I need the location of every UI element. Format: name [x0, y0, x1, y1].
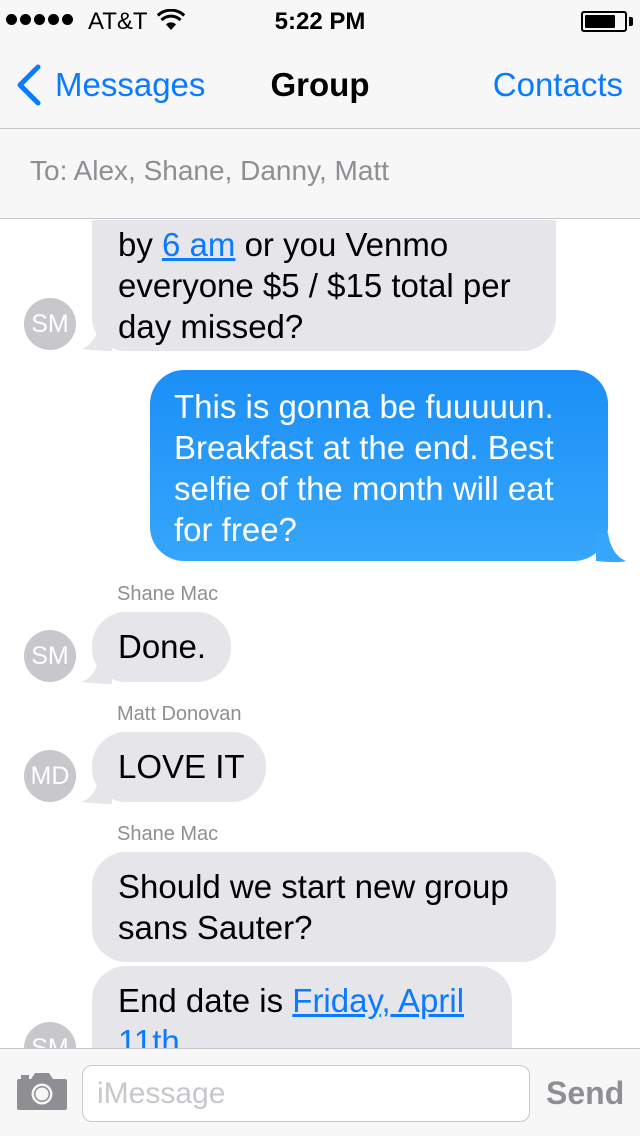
- sender-name: Matt Donovan: [117, 703, 242, 725]
- battery-icon: [581, 11, 627, 32]
- message-composer: Send: [0, 1048, 640, 1136]
- message-bubble-incoming[interactable]: End date is Friday, April 11th: [92, 966, 512, 1048]
- message-line: by 6 am or you Venmo: [118, 226, 449, 263]
- bubble-tail: [82, 654, 112, 684]
- bubble-tail: [596, 533, 626, 563]
- message-line: day missed?: [118, 308, 304, 345]
- message-line: End date is Friday, April: [118, 982, 465, 1019]
- message-line: selfie of the month will eat: [174, 470, 554, 507]
- message-line: 11th: [118, 1021, 486, 1048]
- message-bubble-incoming[interactable]: Should we start new group sans Sauter?: [92, 852, 556, 962]
- navigation-bar: Messages Group Contacts: [0, 40, 640, 129]
- sender-name: Shane Mac: [117, 823, 219, 845]
- battery-nub: [629, 17, 633, 26]
- avatar[interactable]: SM: [24, 630, 76, 682]
- bubble-tail: [82, 774, 112, 804]
- message-line: This is gonna be fuuuuun.: [174, 388, 554, 425]
- date-link[interactable]: Friday, April: [292, 982, 464, 1019]
- message-line: LOVE IT: [118, 748, 245, 785]
- time-link[interactable]: 6 am: [162, 226, 235, 263]
- message-list[interactable]: by 6 am or you Venmo everyone $5 / $15 t…: [0, 220, 640, 1048]
- recipients-bar[interactable]: To: Alex, Shane, Danny, Matt: [0, 129, 640, 219]
- bubble-tail: [82, 321, 112, 351]
- battery-level: [585, 15, 616, 28]
- message-bubble-outgoing[interactable]: This is gonna be fuuuuun. Breakfast at t…: [150, 370, 608, 561]
- message-line: everyone $5 / $15 total per: [118, 267, 511, 304]
- status-bar: AT&T 5:22 PM: [0, 0, 640, 40]
- camera-icon[interactable]: [16, 1071, 68, 1116]
- sender-name: Shane Mac: [117, 583, 219, 605]
- message-line: for free?: [174, 511, 297, 548]
- message-line: sans Sauter?: [118, 909, 313, 946]
- message-bubble-incoming[interactable]: by 6 am or you Venmo everyone $5 / $15 t…: [92, 220, 556, 351]
- recipients-list[interactable]: To: Alex, Shane, Danny, Matt: [30, 155, 389, 187]
- message-bubble-incoming[interactable]: LOVE IT: [92, 732, 266, 802]
- message-line: Should we start new group: [118, 868, 509, 905]
- message-input[interactable]: [82, 1065, 530, 1122]
- date-link[interactable]: 11th: [118, 1023, 180, 1048]
- avatar[interactable]: SM: [24, 1022, 76, 1048]
- avatar[interactable]: SM: [24, 298, 76, 350]
- message-bubble-incoming[interactable]: Done.: [92, 612, 231, 682]
- contacts-button[interactable]: Contacts: [493, 66, 623, 104]
- avatar[interactable]: MD: [24, 750, 76, 802]
- message-line: Done.: [118, 628, 207, 665]
- clock: 5:22 PM: [274, 8, 366, 35]
- message-line: Breakfast at the end. Best: [174, 429, 554, 466]
- send-button[interactable]: Send: [546, 1075, 624, 1112]
